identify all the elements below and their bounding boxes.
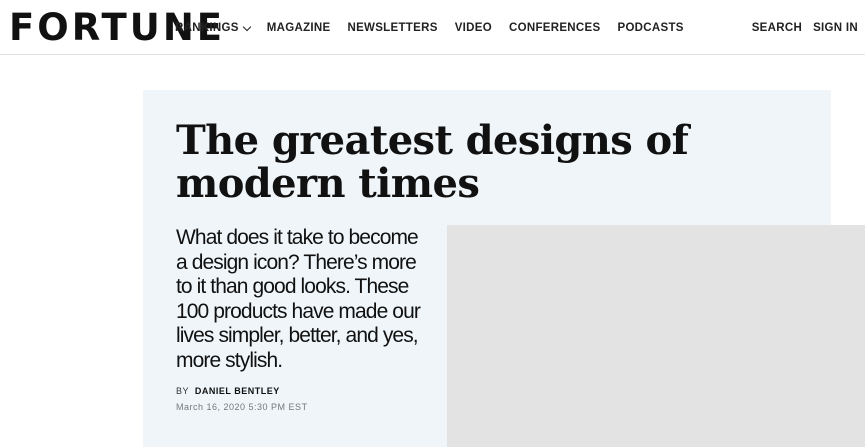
chevron-down-icon [242,22,251,31]
byline-prefix: BY [176,386,189,396]
publish-date: March 16, 2020 5:30 PM EST [176,402,308,412]
nav-item-rankings-label: RANKINGS [175,22,239,34]
nav-item-rankings[interactable]: RANKINGS [175,22,251,34]
nav-item-magazine[interactable]: MAGAZINE [267,22,331,34]
nav-item-podcasts[interactable]: PODCASTS [617,22,683,34]
nav-item-video[interactable]: VIDEO [455,22,492,34]
article-headline: The greatest designs of modern times [176,117,689,207]
hero-image-placeholder [447,225,865,447]
utility-nav: SEARCH SIGN IN [741,20,858,36]
site-header: FORTUNE RANKINGS MAGAZINE NEWSLETTERS VI… [0,0,865,55]
sign-in-button[interactable]: SIGN IN [813,22,858,34]
byline: BY DANIEL BENTLEY [176,386,280,396]
search-button[interactable]: SEARCH [752,22,802,34]
author-link[interactable]: DANIEL BENTLEY [195,386,280,396]
main-nav: RANKINGS MAGAZINE NEWSLETTERS VIDEO CONF… [175,20,701,36]
nav-item-conferences[interactable]: CONFERENCES [509,22,600,34]
article-dek: What does it take to become a design ico… [176,226,421,372]
nav-item-newsletters[interactable]: NEWSLETTERS [347,22,437,34]
